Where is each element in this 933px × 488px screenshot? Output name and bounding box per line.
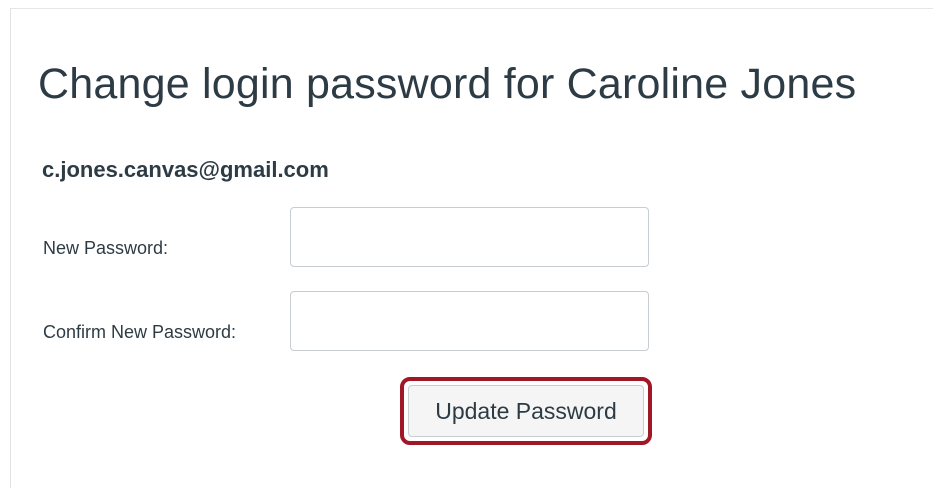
update-password-button[interactable]: Update Password bbox=[408, 385, 644, 437]
user-email: c.jones.canvas@gmail.com bbox=[42, 157, 329, 182]
confirm-password-label: Confirm New Password: bbox=[43, 322, 237, 342]
new-password-label: New Password: bbox=[43, 238, 169, 258]
new-password-input[interactable] bbox=[290, 207, 649, 267]
dialog-title: Change login password for Caroline Jones bbox=[38, 60, 857, 108]
update-password-highlight: Update Password bbox=[400, 377, 652, 445]
change-password-dialog: Change login password for Caroline Jones… bbox=[10, 8, 933, 488]
confirm-password-input[interactable] bbox=[290, 291, 649, 351]
